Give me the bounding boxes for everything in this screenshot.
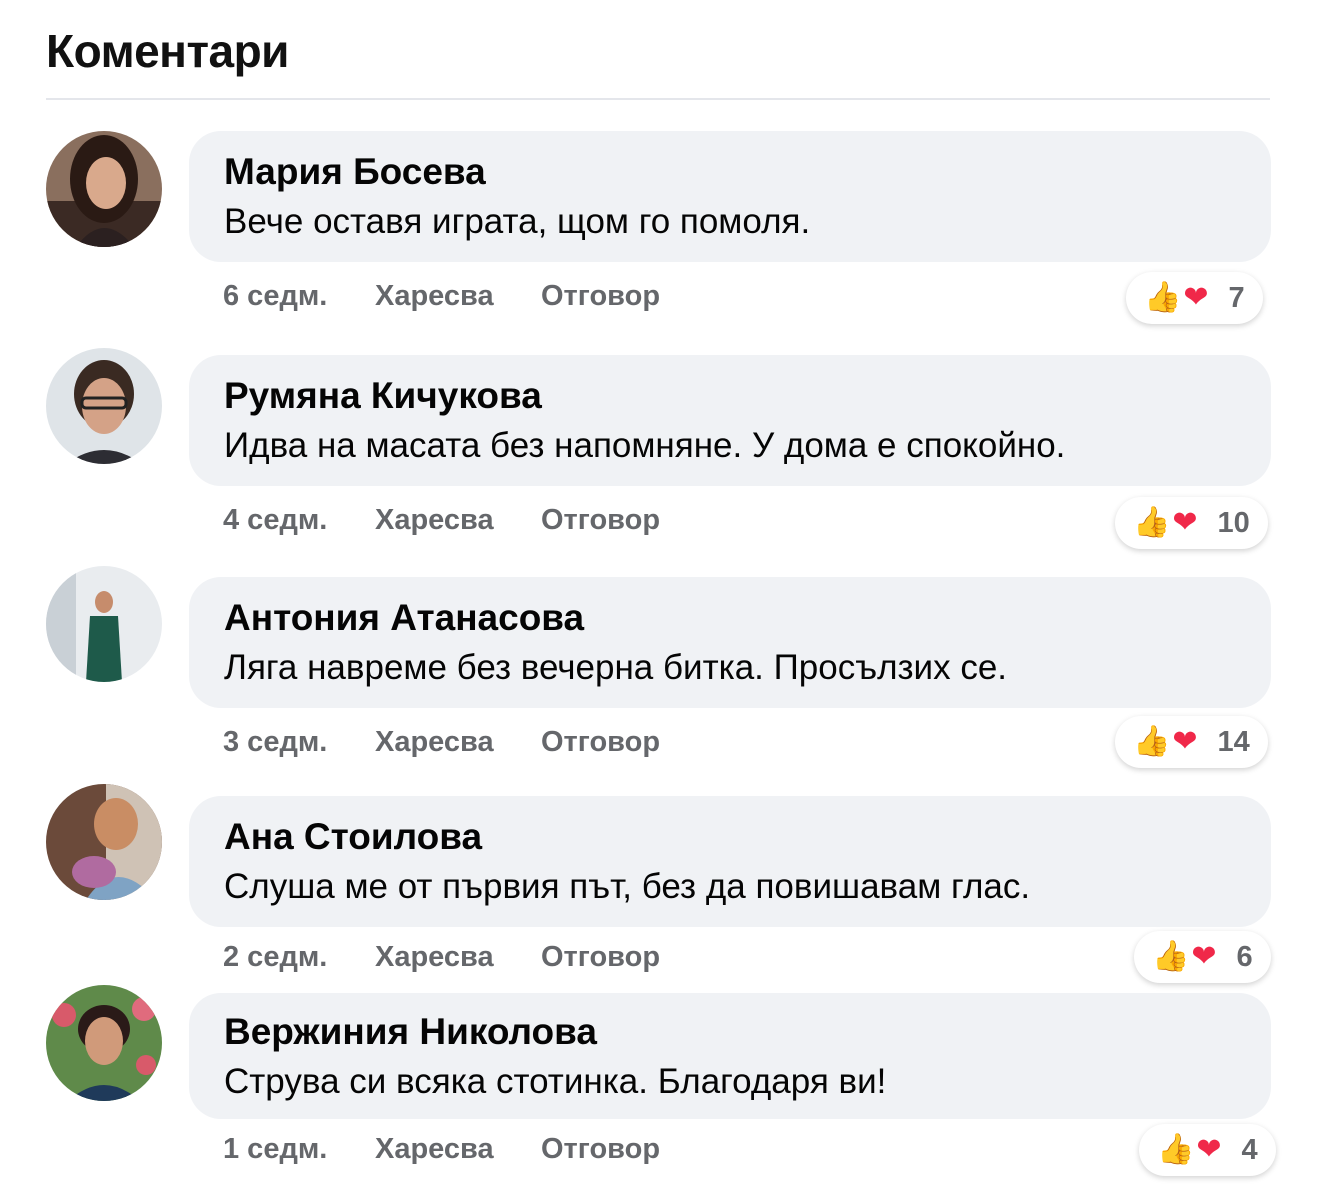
reply-button[interactable]: Отговор bbox=[541, 726, 660, 759]
like-button[interactable]: Харесва bbox=[375, 280, 494, 313]
comment-time[interactable]: 1 седм. bbox=[223, 1133, 327, 1166]
comment-author[interactable]: Мария Босева bbox=[224, 149, 1271, 195]
like-button[interactable]: Харесва bbox=[375, 504, 494, 537]
reaction-count: 7 bbox=[1228, 281, 1245, 314]
reaction-count: 4 bbox=[1241, 1133, 1258, 1166]
comment-bubble: Вержиния Николова Струва си всяка стотин… bbox=[189, 993, 1271, 1119]
thumbs-up-icon: 👍 bbox=[1133, 725, 1171, 758]
comment-bubble: Румяна Кичукова Идва на масата без напом… bbox=[189, 355, 1271, 486]
reply-button[interactable]: Отговор bbox=[541, 504, 660, 537]
like-button[interactable]: Харесва bbox=[375, 941, 494, 974]
avatar[interactable] bbox=[46, 985, 162, 1101]
heart-icon: ❤ bbox=[1183, 281, 1209, 314]
reaction-count: 6 bbox=[1236, 940, 1253, 973]
thumbs-up-icon: 👍 bbox=[1157, 1133, 1195, 1166]
reactions-badge[interactable]: 👍 ❤ 14 bbox=[1115, 716, 1268, 768]
avatar[interactable] bbox=[46, 784, 162, 900]
comment-time[interactable]: 2 седм. bbox=[223, 941, 327, 974]
comment-time[interactable]: 4 седм. bbox=[223, 504, 327, 537]
comment-author[interactable]: Румяна Кичукова bbox=[224, 373, 1271, 419]
comment-bubble: Ана Стоилова Слуша ме от първия път, без… bbox=[189, 796, 1271, 927]
reactions-badge[interactable]: 👍 ❤ 10 bbox=[1115, 497, 1268, 549]
comment-author[interactable]: Ана Стоилова bbox=[224, 814, 1271, 860]
reply-button[interactable]: Отговор bbox=[541, 280, 660, 313]
reactions-badge[interactable]: 👍 ❤ 6 bbox=[1134, 931, 1271, 983]
heart-icon: ❤ bbox=[1172, 725, 1198, 758]
reply-button[interactable]: Отговор bbox=[541, 1133, 660, 1166]
avatar[interactable] bbox=[46, 566, 162, 682]
avatar[interactable] bbox=[46, 131, 162, 247]
comment-author[interactable]: Вержиния Николова bbox=[224, 1009, 1271, 1055]
comment-author[interactable]: Антония Атанасова bbox=[224, 595, 1271, 641]
page-title: Коментари bbox=[46, 25, 289, 77]
thumbs-up-icon: 👍 bbox=[1152, 940, 1190, 973]
like-button[interactable]: Харесва bbox=[375, 726, 494, 759]
comment-text: Струва си всяка стотинка. Благодаря ви! bbox=[224, 1062, 887, 1101]
heart-icon: ❤ bbox=[1191, 940, 1217, 973]
comment-time[interactable]: 6 седм. bbox=[223, 280, 327, 313]
comment-text: Вече оставя играта, щом го помоля. bbox=[224, 202, 811, 241]
reactions-badge[interactable]: 👍 ❤ 4 bbox=[1139, 1124, 1276, 1176]
reply-button[interactable]: Отговор bbox=[541, 941, 660, 974]
reactions-badge[interactable]: 👍 ❤ 7 bbox=[1126, 272, 1263, 324]
comment-bubble: Мария Босева Вече оставя играта, щом го … bbox=[189, 131, 1271, 262]
comment-bubble: Антония Атанасова Ляга навреме без вечер… bbox=[189, 577, 1271, 708]
heart-icon: ❤ bbox=[1196, 1133, 1222, 1166]
comment-time[interactable]: 3 седм. bbox=[223, 726, 327, 759]
divider bbox=[46, 98, 1270, 100]
comment-text: Идва на масата без напомняне. У дома е с… bbox=[224, 426, 1066, 465]
heart-icon: ❤ bbox=[1172, 506, 1198, 539]
thumbs-up-icon: 👍 bbox=[1144, 281, 1182, 314]
reaction-count: 14 bbox=[1217, 725, 1250, 758]
reaction-count: 10 bbox=[1217, 506, 1250, 539]
comment-text: Слуша ме от първия път, без да повишавам… bbox=[224, 867, 1031, 906]
comment-text: Ляга навреме без вечерна битка. Просълзи… bbox=[224, 648, 1008, 687]
avatar[interactable] bbox=[46, 348, 162, 464]
thumbs-up-icon: 👍 bbox=[1133, 506, 1171, 539]
like-button[interactable]: Харесва bbox=[375, 1133, 494, 1166]
